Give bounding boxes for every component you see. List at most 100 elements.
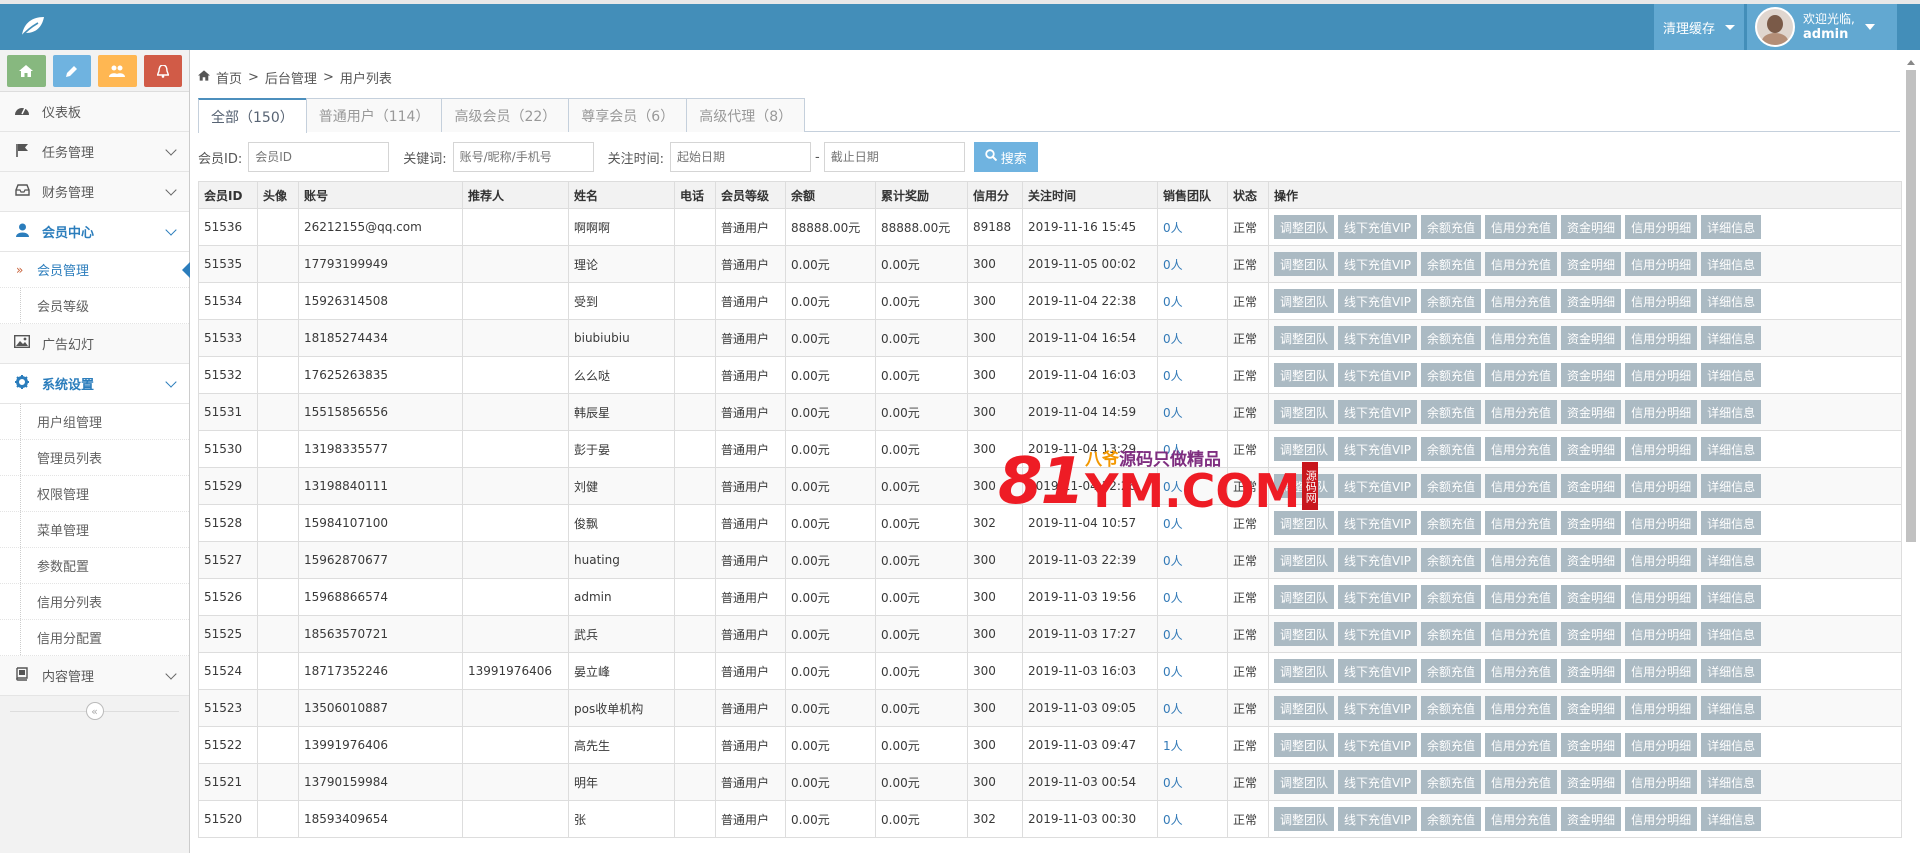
member-id-input[interactable] <box>248 142 390 172</box>
cell-team[interactable]: 0人 <box>1157 652 1228 690</box>
offline-vip-recharge-button[interactable]: 线下充值VIP <box>1338 622 1418 646</box>
credit-details-button[interactable]: 信用分明细 <box>1625 215 1698 239</box>
credit-details-button[interactable]: 信用分明细 <box>1625 770 1698 794</box>
clear-cache-button[interactable]: 清理缓存 <box>1654 4 1744 50</box>
detail-info-button[interactable]: 详细信息 <box>1701 511 1762 535</box>
cell-team[interactable]: 0人 <box>1157 282 1228 320</box>
end-date-input[interactable] <box>823 142 965 172</box>
detail-info-button[interactable]: 详细信息 <box>1701 733 1762 757</box>
tab-premium-members[interactable]: 尊享会员（6） <box>568 98 688 132</box>
offline-vip-recharge-button[interactable]: 线下充值VIP <box>1338 400 1418 424</box>
fund-details-button[interactable]: 资金明细 <box>1561 733 1622 757</box>
credit-recharge-button[interactable]: 信用分充值 <box>1485 807 1558 831</box>
cell-team[interactable]: 0人 <box>1157 578 1228 616</box>
credit-recharge-button[interactable]: 信用分充值 <box>1485 252 1558 276</box>
credit-details-button[interactable]: 信用分明细 <box>1625 400 1698 424</box>
detail-info-button[interactable]: 详细信息 <box>1701 326 1762 350</box>
offline-vip-recharge-button[interactable]: 线下充值VIP <box>1338 548 1418 572</box>
bell-icon[interactable] <box>143 55 182 87</box>
adjust-team-button[interactable]: 调整团队 <box>1274 585 1335 609</box>
cell-team[interactable]: 0人 <box>1157 689 1228 727</box>
balance-recharge-button[interactable]: 余额充值 <box>1421 696 1482 720</box>
sidebar-item-dashboard[interactable]: 仪表板 <box>0 92 189 132</box>
credit-recharge-button[interactable]: 信用分充值 <box>1485 659 1558 683</box>
balance-recharge-button[interactable]: 余额充值 <box>1421 622 1482 646</box>
cell-team[interactable]: 0人 <box>1157 504 1228 542</box>
balance-recharge-button[interactable]: 余额充值 <box>1421 659 1482 683</box>
adjust-team-button[interactable]: 调整团队 <box>1274 474 1335 498</box>
scroll-up-arrow-icon[interactable] <box>1907 60 1915 65</box>
offline-vip-recharge-button[interactable]: 线下充值VIP <box>1338 326 1418 350</box>
credit-recharge-button[interactable]: 信用分充值 <box>1485 215 1558 239</box>
sidebar-item-admin-list[interactable]: 管理员列表 <box>0 440 189 476</box>
balance-recharge-button[interactable]: 余额充值 <box>1421 326 1482 350</box>
credit-details-button[interactable]: 信用分明细 <box>1625 696 1698 720</box>
fund-details-button[interactable]: 资金明细 <box>1561 622 1622 646</box>
sidebar-item-tasks[interactable]: 任务管理 <box>0 132 189 172</box>
sidebar-item-parameters[interactable]: 参数配置 <box>0 548 189 584</box>
credit-details-button[interactable]: 信用分明细 <box>1625 733 1698 757</box>
credit-details-button[interactable]: 信用分明细 <box>1625 252 1698 276</box>
adjust-team-button[interactable]: 调整团队 <box>1274 326 1335 350</box>
credit-details-button[interactable]: 信用分明细 <box>1625 659 1698 683</box>
offline-vip-recharge-button[interactable]: 线下充值VIP <box>1338 733 1418 757</box>
offline-vip-recharge-button[interactable]: 线下充值VIP <box>1338 474 1418 498</box>
tab-normal-users[interactable]: 普通用户（114） <box>305 98 443 132</box>
sidebar-item-member-level[interactable]: 会员等级 <box>0 288 189 324</box>
adjust-team-button[interactable]: 调整团队 <box>1274 363 1335 387</box>
adjust-team-button[interactable]: 调整团队 <box>1274 437 1335 461</box>
offline-vip-recharge-button[interactable]: 线下充值VIP <box>1338 289 1418 313</box>
fund-details-button[interactable]: 资金明细 <box>1561 807 1622 831</box>
adjust-team-button[interactable]: 调整团队 <box>1274 622 1335 646</box>
sidebar-item-permissions[interactable]: 权限管理 <box>0 476 189 512</box>
cell-team[interactable]: 0人 <box>1157 541 1228 579</box>
balance-recharge-button[interactable]: 余额充值 <box>1421 548 1482 572</box>
offline-vip-recharge-button[interactable]: 线下充值VIP <box>1338 437 1418 461</box>
cell-team[interactable]: 1人 <box>1157 726 1228 764</box>
offline-vip-recharge-button[interactable]: 线下充值VIP <box>1338 511 1418 535</box>
adjust-team-button[interactable]: 调整团队 <box>1274 511 1335 535</box>
page-scrollbar[interactable] <box>1904 60 1918 853</box>
balance-recharge-button[interactable]: 余额充值 <box>1421 474 1482 498</box>
credit-details-button[interactable]: 信用分明细 <box>1625 326 1698 350</box>
detail-info-button[interactable]: 详细信息 <box>1701 585 1762 609</box>
user-menu[interactable]: 欢迎光临, admin <box>1747 4 1897 50</box>
credit-details-button[interactable]: 信用分明细 <box>1625 474 1698 498</box>
scrollbar-thumb[interactable] <box>1906 70 1916 542</box>
sidebar-item-ad-slides[interactable]: 广告幻灯 <box>0 324 189 364</box>
credit-details-button[interactable]: 信用分明细 <box>1625 585 1698 609</box>
balance-recharge-button[interactable]: 余额充值 <box>1421 215 1482 239</box>
balance-recharge-button[interactable]: 余额充值 <box>1421 289 1482 313</box>
credit-recharge-button[interactable]: 信用分充值 <box>1485 326 1558 350</box>
credit-details-button[interactable]: 信用分明细 <box>1625 807 1698 831</box>
balance-recharge-button[interactable]: 余额充值 <box>1421 733 1482 757</box>
balance-recharge-button[interactable]: 余额充值 <box>1421 363 1482 387</box>
search-button[interactable]: 搜索 <box>973 142 1038 172</box>
sidebar-item-content[interactable]: 内容管理 <box>0 656 189 696</box>
fund-details-button[interactable]: 资金明细 <box>1561 548 1622 572</box>
fund-details-button[interactable]: 资金明细 <box>1561 585 1622 609</box>
sidebar-item-user-groups[interactable]: 用户组管理 <box>0 404 189 440</box>
credit-recharge-button[interactable]: 信用分充值 <box>1485 437 1558 461</box>
detail-info-button[interactable]: 详细信息 <box>1701 474 1762 498</box>
fund-details-button[interactable]: 资金明细 <box>1561 289 1622 313</box>
adjust-team-button[interactable]: 调整团队 <box>1274 215 1335 239</box>
credit-details-button[interactable]: 信用分明细 <box>1625 437 1698 461</box>
fund-details-button[interactable]: 资金明细 <box>1561 215 1622 239</box>
credit-recharge-button[interactable]: 信用分充值 <box>1485 770 1558 794</box>
sidebar-item-credit-list[interactable]: 信用分列表 <box>0 584 189 620</box>
offline-vip-recharge-button[interactable]: 线下充值VIP <box>1338 252 1418 276</box>
adjust-team-button[interactable]: 调整团队 <box>1274 807 1335 831</box>
credit-details-button[interactable]: 信用分明细 <box>1625 511 1698 535</box>
cell-team[interactable]: 0人 <box>1157 393 1228 431</box>
balance-recharge-button[interactable]: 余额充值 <box>1421 437 1482 461</box>
keyword-input[interactable] <box>452 142 594 172</box>
balance-recharge-button[interactable]: 余额充值 <box>1421 252 1482 276</box>
cell-team[interactable]: 0人 <box>1157 430 1228 468</box>
col-member-id[interactable]: 会员ID <box>198 181 258 209</box>
fund-details-button[interactable]: 资金明细 <box>1561 326 1622 350</box>
credit-recharge-button[interactable]: 信用分充值 <box>1485 622 1558 646</box>
cell-team[interactable]: 0人 <box>1157 319 1228 357</box>
balance-recharge-button[interactable]: 余额充值 <box>1421 770 1482 794</box>
adjust-team-button[interactable]: 调整团队 <box>1274 659 1335 683</box>
